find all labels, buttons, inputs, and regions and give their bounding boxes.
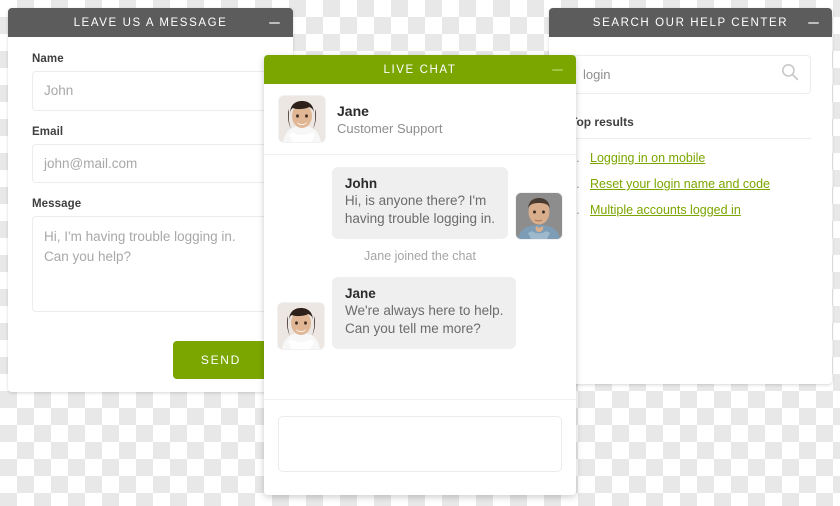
message-sender: John (344, 176, 378, 191)
agent-avatar-image (278, 302, 324, 349)
help-center-panel: SEARCH OUR HELP CENTER login Top results… (549, 8, 832, 384)
chat-message-list: John Hi, is anyone there? I'm having tro… (264, 155, 576, 349)
message-text: Hi, is anyone there? I'm having trouble … (345, 192, 495, 228)
avatar (278, 302, 324, 349)
live-chat-header: LIVE CHAT (264, 55, 576, 84)
send-row: SEND (8, 327, 293, 380)
search-field[interactable]: login (570, 55, 811, 94)
email-label: Email (32, 125, 64, 138)
list-item[interactable]: 3. Multiple accounts logged in (570, 203, 811, 217)
message-bubble: John Hi, is anyone there? I'm having tro… (331, 167, 508, 239)
email-input[interactable]: john@mail.com (32, 143, 269, 184)
message-text: We're always here to help. Can you tell … (345, 302, 503, 338)
result-link[interactable]: Logging in on mobile (590, 151, 705, 165)
live-chat-panel: LIVE CHAT Jane Customer Support John Hi,… (264, 55, 576, 495)
leave-message-title: LEAVE US A MESSAGE (73, 16, 228, 29)
avatar (279, 96, 325, 142)
message-line-2: having trouble logging in. (344, 210, 495, 226)
avatar (516, 192, 562, 239)
chat-composer (264, 399, 576, 495)
result-link[interactable]: Multiple accounts logged in (590, 203, 741, 217)
message-label: Message (32, 198, 82, 211)
minimize-icon[interactable] (808, 21, 819, 24)
message-line-1: Hi, I'm having trouble logging in. (44, 229, 236, 245)
name-label: Name (32, 53, 64, 65)
chat-input[interactable] (278, 416, 562, 472)
agent-card: Jane Customer Support (264, 84, 576, 155)
message-line-1: Hi, is anyone there? I'm (344, 193, 487, 208)
message-line-1: We're always here to help. (345, 302, 504, 318)
agent-name: Jane (337, 102, 369, 119)
chat-message: Jane We're always here to help. Can you … (278, 276, 562, 349)
message-line-2: Can you help? (44, 248, 132, 264)
leave-message-header: LEAVE US A MESSAGE (8, 8, 293, 37)
name-input[interactable]: John (32, 71, 269, 111)
live-chat-title: LIVE CHAT (383, 63, 457, 76)
list-item[interactable]: 1. Logging in on mobile (570, 151, 811, 165)
chat-message: John Hi, is anyone there? I'm having tro… (278, 167, 562, 239)
agent-avatar-image (279, 96, 325, 142)
visitor-avatar-image (516, 192, 562, 239)
message-sender: Jane (345, 285, 376, 301)
message-line-2: Can you tell me more? (345, 320, 481, 336)
leave-message-panel: LEAVE US A MESSAGE Name John Email john@… (8, 8, 293, 392)
agent-meta: Jane Customer Support (337, 103, 443, 136)
help-center-header: SEARCH OUR HELP CENTER (549, 8, 832, 37)
minimize-icon[interactable] (552, 68, 563, 71)
search-icon[interactable] (780, 62, 800, 87)
system-note: Jane joined the chat (364, 248, 476, 263)
search-input[interactable]: login (583, 67, 780, 82)
agent-role: Customer Support (337, 120, 443, 136)
help-center-title: SEARCH OUR HELP CENTER (592, 16, 789, 29)
contact-form: Name John Email john@mail.com Message Hi… (8, 37, 293, 313)
send-button[interactable]: SEND (172, 341, 269, 380)
help-center-body: login Top results 1. Logging in on mobil… (549, 37, 832, 217)
minimize-icon[interactable] (269, 21, 280, 24)
message-bubble: Jane We're always here to help. Can you … (332, 276, 517, 349)
message-textarea[interactable]: Hi, I'm having trouble logging in. Can y… (32, 216, 269, 313)
top-results-heading: Top results (570, 115, 811, 139)
result-link[interactable]: Reset your login name and code (590, 177, 770, 191)
list-item[interactable]: 2. Reset your login name and code (570, 177, 811, 191)
